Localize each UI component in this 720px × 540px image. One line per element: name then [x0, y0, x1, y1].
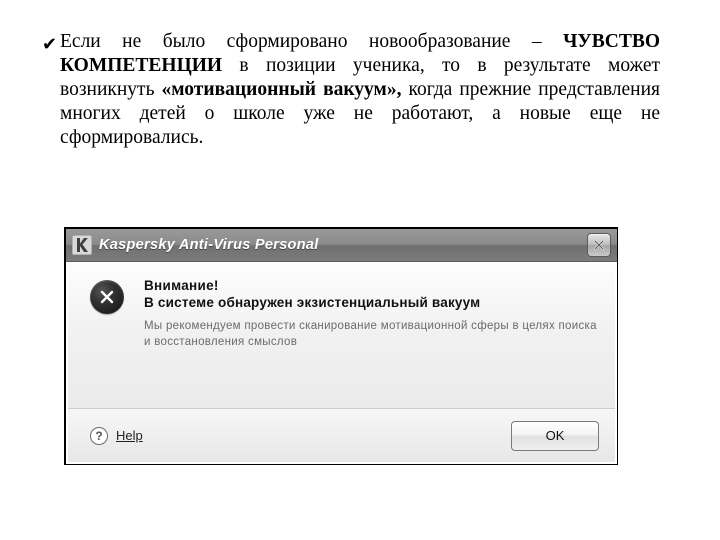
message-text: В системе обнаружен экзистенциальный вак…	[144, 295, 597, 310]
dialog-frame: Kaspersky Anti-Virus Personal	[64, 227, 618, 465]
message-column: Внимание! В системе обнаружен экзистенци…	[144, 278, 597, 350]
page-root: ✔ Если не было сформировано новообразова…	[0, 0, 720, 540]
checkmark-icon: ✔	[42, 34, 57, 55]
window-title: Kaspersky Anti-Virus Personal	[99, 237, 587, 253]
message-detail: Мы рекомендуем провести сканирование мот…	[144, 318, 597, 350]
ok-button[interactable]: OK	[511, 421, 599, 451]
dialog-content: Внимание! В системе обнаружен экзистенци…	[66, 262, 617, 464]
message-row: Внимание! В системе обнаружен экзистенци…	[68, 264, 615, 356]
dialog-footer: ? Help OK	[68, 408, 615, 462]
titlebar[interactable]: Kaspersky Anti-Virus Personal	[66, 229, 617, 262]
ok-button-label: OK	[546, 428, 565, 443]
alert-icon	[90, 280, 124, 314]
paragraph: Если не было сформировано новообразовани…	[60, 30, 660, 150]
help-icon: ?	[90, 427, 108, 445]
attention-label: Внимание!	[144, 278, 597, 293]
kaspersky-k-icon	[72, 235, 92, 255]
para-bold-2: «мотивационный вакуум»,	[162, 79, 402, 100]
bullet-paragraph-block: ✔ Если не было сформировано новообразова…	[42, 30, 660, 150]
close-button[interactable]	[587, 233, 611, 257]
help-group[interactable]: ? Help	[90, 427, 511, 445]
x-icon	[99, 289, 115, 305]
help-link[interactable]: Help	[116, 428, 143, 443]
para-run-1: Если не было сформировано новообразовани…	[60, 31, 563, 52]
close-icon	[593, 239, 605, 251]
dialog-window: Kaspersky Anti-Virus Personal	[64, 227, 618, 465]
